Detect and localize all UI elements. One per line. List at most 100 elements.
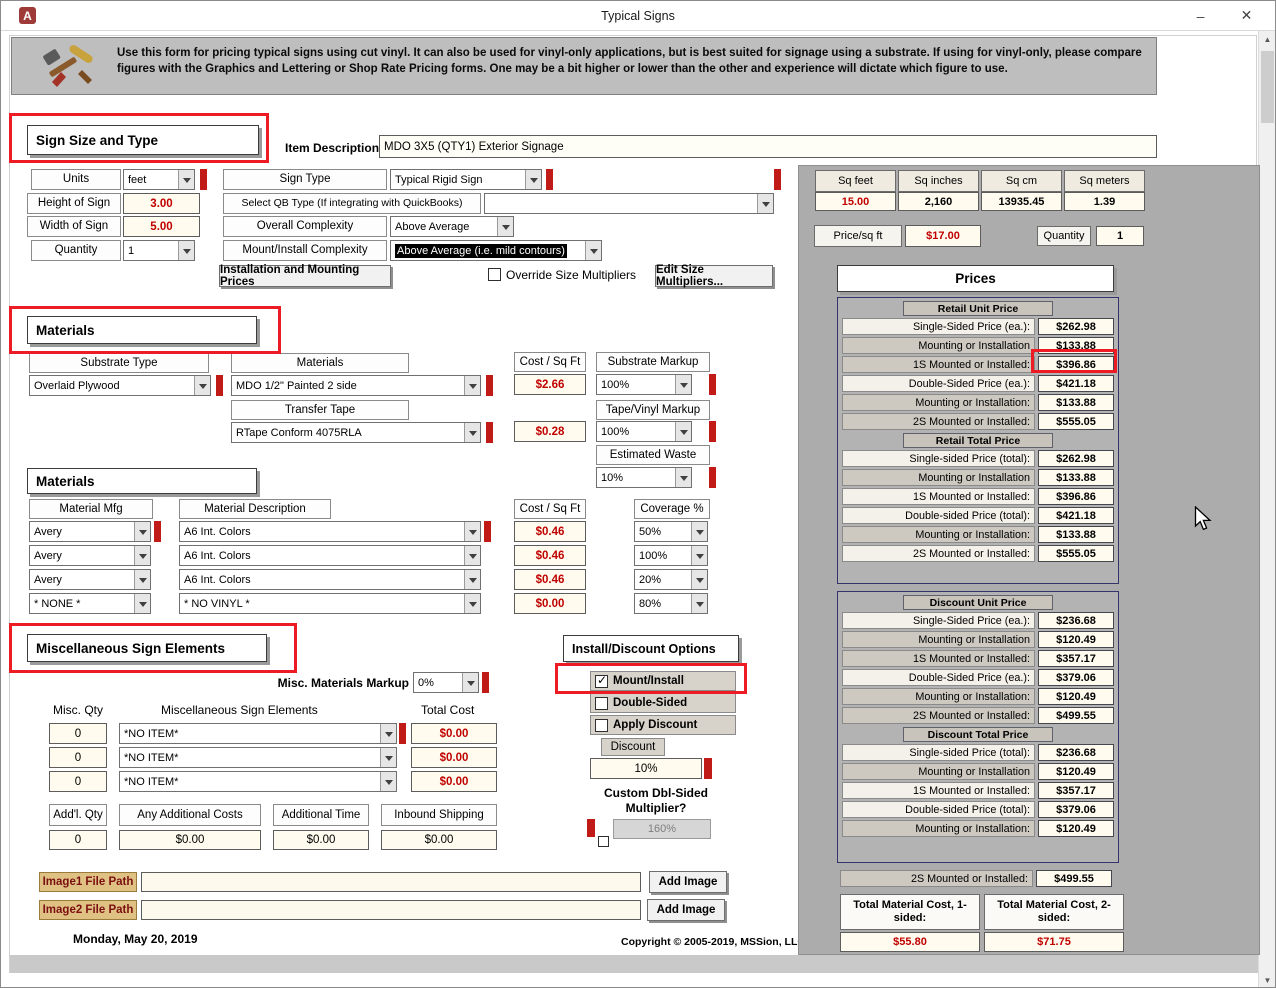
mount-complexity-combo[interactable]: Above Average (i.e. mild contours) bbox=[390, 240, 602, 261]
dropdown-arrow-icon[interactable] bbox=[178, 241, 194, 260]
dropdown-arrow-icon[interactable] bbox=[691, 570, 707, 589]
dropdown-arrow-icon[interactable] bbox=[380, 772, 396, 791]
dropdown-arrow-icon[interactable] bbox=[757, 194, 773, 213]
apply-discount-option[interactable]: Apply Discount bbox=[590, 715, 736, 735]
scroll-down-icon[interactable]: ▼ bbox=[1259, 972, 1276, 988]
minimize-icon[interactable]: – bbox=[1178, 1, 1223, 30]
dropdown-arrow-icon[interactable] bbox=[675, 422, 691, 441]
misc-qty-field[interactable]: 0 bbox=[49, 723, 107, 744]
coverage-combo[interactable]: 80% bbox=[634, 593, 708, 614]
total-cost-2s-label: Total Material Cost, 2-sided: bbox=[984, 894, 1124, 930]
overall-complexity-combo[interactable]: Above Average bbox=[390, 216, 514, 237]
substrate-markup-combo[interactable]: 100% bbox=[596, 374, 692, 395]
dropdown-arrow-icon[interactable] bbox=[134, 546, 150, 565]
dropdown-arrow-icon[interactable] bbox=[134, 570, 150, 589]
dropdown-arrow-icon[interactable] bbox=[464, 570, 480, 589]
sign-type-combo[interactable]: Typical Rigid Sign bbox=[390, 169, 542, 190]
misc-markup-combo[interactable]: 0% bbox=[413, 672, 479, 693]
required-marker bbox=[709, 467, 716, 488]
custom-multiplier-checkbox[interactable] bbox=[598, 836, 609, 847]
custom-multiplier-label: Custom Dbl-SidedMultiplier? bbox=[571, 786, 741, 816]
dropdown-arrow-icon[interactable] bbox=[464, 423, 480, 442]
substrate-material-combo[interactable]: MDO 1/2" Painted 2 side bbox=[231, 375, 481, 396]
item-description-field[interactable]: MDO 3X5 (QTY1) Exterior Signage bbox=[379, 135, 1157, 158]
override-multipliers-checkbox[interactable] bbox=[488, 268, 501, 281]
inbound-shipping-header: Inbound Shipping bbox=[381, 804, 497, 826]
coverage-combo[interactable]: 100% bbox=[634, 545, 708, 566]
vinyl-mfg-combo[interactable]: * NONE * bbox=[29, 593, 151, 614]
dropdown-arrow-icon[interactable] bbox=[194, 376, 210, 395]
dropdown-arrow-icon[interactable] bbox=[464, 376, 480, 395]
dropdown-arrow-icon[interactable] bbox=[675, 375, 691, 394]
installation-prices-button[interactable]: Installation and Mounting Prices bbox=[219, 265, 391, 287]
add-image1-button[interactable]: Add Image bbox=[649, 871, 727, 893]
height-field[interactable]: 3.00 bbox=[123, 193, 200, 214]
dropdown-arrow-icon[interactable] bbox=[134, 594, 150, 613]
current-date: Monday, May 20, 2019 bbox=[73, 932, 198, 946]
misc-qty-field[interactable]: 0 bbox=[49, 771, 107, 792]
vinyl-desc-combo[interactable]: A6 Int. Colors bbox=[179, 569, 481, 590]
item-description-label: Item Description bbox=[285, 141, 379, 155]
custom-multiplier-field[interactable]: 160% bbox=[613, 819, 711, 839]
price-row: Mounting or Installation:$120.49 bbox=[842, 820, 1114, 837]
qb-type-combo[interactable] bbox=[484, 193, 774, 214]
dropdown-arrow-icon[interactable] bbox=[380, 748, 396, 767]
image2-path-field[interactable] bbox=[141, 900, 641, 920]
coverage-combo[interactable]: 20% bbox=[634, 569, 708, 590]
dropdown-arrow-icon[interactable] bbox=[462, 673, 478, 692]
quantity-combo[interactable]: 1 bbox=[123, 240, 195, 261]
dropdown-arrow-icon[interactable] bbox=[464, 594, 480, 613]
sq-inches-header: Sq inches bbox=[898, 170, 979, 192]
mount-install-option[interactable]: Mount/Install bbox=[590, 671, 736, 691]
inbound-shipping-field[interactable]: $0.00 bbox=[381, 830, 497, 850]
addl-qty-field[interactable]: 0 bbox=[49, 830, 107, 850]
misc-item-combo[interactable]: *NO ITEM* bbox=[119, 771, 397, 792]
dropdown-arrow-icon[interactable] bbox=[497, 217, 513, 236]
width-field[interactable]: 5.00 bbox=[123, 216, 200, 237]
vinyl-mfg-combo[interactable]: Avery bbox=[29, 545, 151, 566]
add-image2-button[interactable]: Add Image bbox=[647, 899, 725, 921]
dropdown-arrow-icon[interactable] bbox=[691, 546, 707, 565]
dropdown-arrow-icon[interactable] bbox=[464, 546, 480, 565]
coverage-combo[interactable]: 50% bbox=[634, 521, 708, 542]
misc-qty-field[interactable]: 0 bbox=[49, 747, 107, 768]
edit-multipliers-button[interactable]: Edit Size Multipliers... bbox=[655, 265, 773, 287]
dropdown-arrow-icon[interactable] bbox=[691, 594, 707, 613]
transfer-tape-combo[interactable]: RTape Conform 4075RLA bbox=[231, 422, 481, 443]
dropdown-arrow-icon[interactable] bbox=[691, 522, 707, 541]
price-sqft-value[interactable]: $17.00 bbox=[905, 225, 981, 247]
misc-markup-label: Misc. Materials Markup bbox=[271, 676, 409, 690]
vinyl-desc-combo[interactable]: A6 Int. Colors bbox=[179, 545, 481, 566]
double-sided-option[interactable]: Double-Sided bbox=[590, 693, 736, 713]
scroll-up-icon[interactable]: ▲ bbox=[1259, 31, 1276, 48]
addl-time-field[interactable]: $0.00 bbox=[273, 830, 369, 850]
vinyl-desc-combo[interactable]: A6 Int. Colors bbox=[179, 521, 481, 542]
dropdown-arrow-icon[interactable] bbox=[464, 522, 480, 541]
double-sided-checkbox[interactable] bbox=[595, 697, 608, 710]
vinyl-mfg-combo[interactable]: Avery bbox=[29, 521, 151, 542]
close-icon[interactable]: ✕ bbox=[1224, 1, 1269, 30]
units-combo[interactable]: feet bbox=[123, 169, 195, 190]
vinyl-mfg-combo[interactable]: Avery bbox=[29, 569, 151, 590]
vertical-scrollbar[interactable]: ▲ ▼ bbox=[1258, 31, 1275, 988]
dropdown-arrow-icon[interactable] bbox=[380, 724, 396, 743]
misc-item-combo[interactable]: *NO ITEM* bbox=[119, 747, 397, 768]
substrate-type-combo[interactable]: Overlaid Plywood bbox=[29, 375, 211, 396]
vinyl-desc-combo[interactable]: * NO VINYL * bbox=[179, 593, 481, 614]
required-marker bbox=[709, 374, 716, 395]
discount-field[interactable]: 10% bbox=[590, 758, 702, 779]
dropdown-arrow-icon[interactable] bbox=[134, 522, 150, 541]
addl-costs-field[interactable]: $0.00 bbox=[119, 830, 261, 850]
tape-markup-combo[interactable]: 100% bbox=[596, 421, 692, 442]
image1-path-field[interactable] bbox=[141, 872, 641, 892]
dropdown-arrow-icon[interactable] bbox=[585, 241, 601, 260]
dropdown-arrow-icon[interactable] bbox=[525, 170, 541, 189]
mount-install-checkbox[interactable] bbox=[595, 675, 608, 688]
dropdown-arrow-icon[interactable] bbox=[675, 468, 691, 487]
misc-item-combo[interactable]: *NO ITEM* bbox=[119, 723, 397, 744]
price-row: 1S Mounted or Installed:$357.17 bbox=[842, 782, 1114, 799]
dropdown-arrow-icon[interactable] bbox=[178, 170, 194, 189]
scrollbar-thumb[interactable] bbox=[1261, 51, 1274, 123]
apply-discount-checkbox[interactable] bbox=[595, 719, 608, 732]
estimated-waste-combo[interactable]: 10% bbox=[596, 467, 692, 488]
